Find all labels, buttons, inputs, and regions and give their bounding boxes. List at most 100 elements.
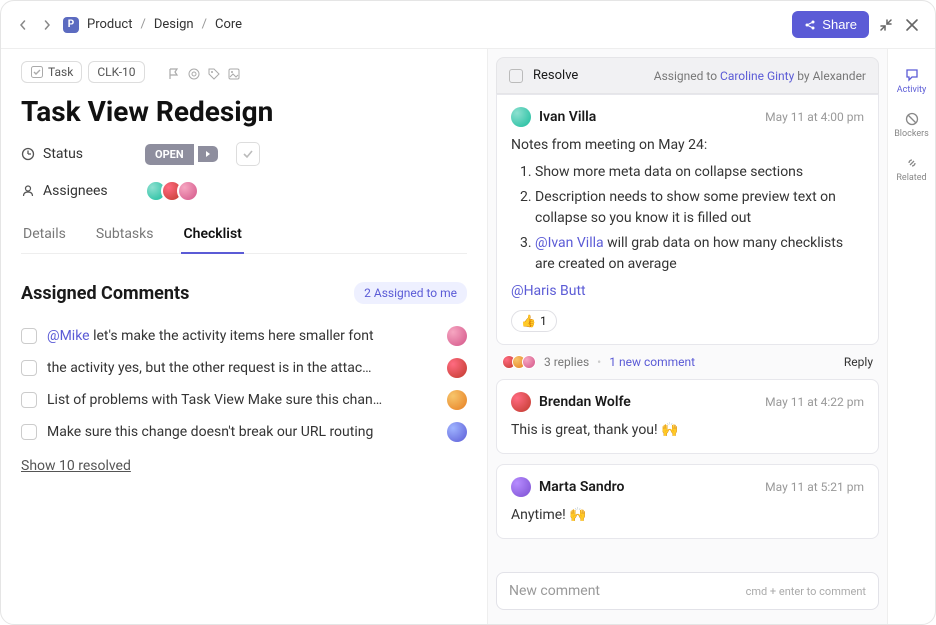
replies-count[interactable]: 3 replies [544, 355, 589, 369]
checklist-checkbox[interactable] [21, 424, 37, 440]
checklist-text: Make sure this change doesn't break our … [47, 424, 437, 440]
status-label: Status [43, 146, 83, 162]
breadcrumb-item[interactable]: Product [87, 17, 132, 32]
new-comment-input[interactable]: New comment cmd + enter to comment [496, 572, 879, 610]
resolve-label: Resolve [533, 68, 654, 83]
section-title: Assigned Comments [21, 283, 189, 304]
sidenav-label: Related [896, 173, 926, 183]
tab-checklist[interactable]: Checklist [181, 216, 243, 254]
mention[interactable]: @Ivan Villa [535, 235, 604, 251]
collapse-icon[interactable] [877, 16, 895, 34]
avatar[interactable] [447, 390, 467, 410]
checklist-item[interactable]: List of problems with Task View Make sur… [21, 384, 467, 416]
sidenav-label: Blockers [894, 129, 929, 139]
image-icon[interactable] [225, 65, 239, 79]
resolve-checkbox[interactable] [509, 69, 523, 83]
close-icon[interactable] [903, 16, 921, 34]
nav-back-button[interactable] [15, 17, 31, 33]
tab-details[interactable]: Details [21, 216, 68, 253]
new-comments-link[interactable]: 1 new comment [609, 355, 695, 369]
tag-icon[interactable] [205, 65, 219, 79]
sidenav-item-related[interactable]: Related [888, 149, 935, 189]
thread-header: Resolve Assigned to Caroline Ginty by Al… [496, 57, 879, 94]
assigned-to-text: Assigned to Caroline Ginty by Alexander [654, 69, 866, 83]
tabs: Details Subtasks Checklist [21, 216, 467, 254]
flag-icon[interactable] [165, 65, 179, 79]
complete-checkbox[interactable] [236, 142, 260, 166]
status-badge[interactable]: OPEN [145, 144, 194, 165]
breadcrumb-separator: / [140, 17, 145, 32]
task-title[interactable]: Task View Redesign [21, 95, 467, 128]
checklist-item[interactable]: the activity yes, but the other request … [21, 352, 467, 384]
reaction-count: 1 [540, 314, 547, 328]
avatar[interactable] [511, 392, 531, 412]
checklist-item[interactable]: @Mike let's make the activity items here… [21, 320, 467, 352]
sidenav-item-blockers[interactable]: Blockers [888, 105, 935, 145]
comment-time: May 11 at 5:21 pm [765, 480, 864, 494]
reply-button[interactable]: Reply [844, 355, 873, 369]
sidenav: Activity Blockers Related [887, 49, 935, 624]
status-next-button[interactable] [198, 146, 218, 162]
checklist-text: the activity yes, but the other request … [47, 360, 437, 376]
share-button[interactable]: Share [792, 11, 869, 38]
reaction-button[interactable]: 👍 1 [511, 310, 557, 332]
task-icon [30, 65, 44, 79]
sidenav-item-activity[interactable]: Activity [888, 61, 935, 101]
comment-time: May 11 at 4:00 pm [765, 110, 864, 124]
comment-body: This is great, thank you! 🙌 [511, 420, 864, 441]
avatar[interactable] [447, 422, 467, 442]
mention[interactable]: @Mike [47, 328, 90, 344]
assignees-row: Assignees [21, 180, 467, 202]
comment-author: Marta Sandro [539, 479, 757, 495]
comment-author: Brendan Wolfe [539, 394, 757, 410]
avatar[interactable] [511, 477, 531, 497]
new-comment-hint: cmd + enter to comment [746, 585, 866, 598]
tab-subtasks[interactable]: Subtasks [94, 216, 156, 253]
assignees-avatars[interactable] [145, 180, 199, 202]
sidenav-label: Activity [897, 85, 926, 95]
block-icon [904, 111, 920, 127]
checklist-checkbox[interactable] [21, 360, 37, 376]
show-resolved-link[interactable]: Show 10 resolved [21, 458, 131, 474]
assigned-count-badge[interactable]: 2 Assigned to me [354, 282, 467, 304]
comment-card: Marta Sandro May 11 at 5:21 pm Anytime! … [496, 464, 879, 539]
breadcrumb-separator: / [202, 17, 207, 32]
share-button-label: Share [822, 17, 857, 32]
comment-card: Brendan Wolfe May 11 at 4:22 pm This is … [496, 379, 879, 454]
new-comment-placeholder: New comment [509, 583, 746, 599]
checklist-checkbox[interactable] [21, 392, 37, 408]
link-icon [904, 155, 920, 171]
task-chips: Task CLK-10 [21, 61, 467, 83]
chat-icon [904, 67, 920, 83]
task-id-chip[interactable]: CLK-10 [88, 61, 144, 83]
checklist-checkbox[interactable] [21, 328, 37, 344]
avatar[interactable] [511, 107, 531, 127]
topbar: P Product / Design / Core Share [1, 1, 935, 49]
comment-body: Notes from meeting on May 24: Show more … [511, 135, 864, 302]
comment-time: May 11 at 4:22 pm [765, 395, 864, 409]
breadcrumb-item[interactable]: Design [154, 17, 194, 32]
thread-footer: 3 replies • 1 new comment Reply [496, 355, 879, 369]
comment-body: Anytime! 🙌 [511, 505, 864, 526]
avatar[interactable] [447, 358, 467, 378]
avatar[interactable] [177, 180, 199, 202]
breadcrumb-item[interactable]: Core [215, 17, 242, 32]
comment-card: Ivan Villa May 11 at 4:00 pm Notes from … [496, 94, 879, 345]
mention[interactable]: @Haris Butt [511, 283, 586, 299]
nav-forward-button[interactable] [39, 17, 55, 33]
checklist-text: @Mike let's make the activity items here… [47, 328, 437, 344]
avatar[interactable] [447, 326, 467, 346]
project-icon: P [63, 17, 79, 33]
assignees-label: Assignees [43, 183, 108, 199]
target-icon[interactable] [185, 65, 199, 79]
comment-author: Ivan Villa [539, 109, 757, 125]
reply-avatars [502, 355, 536, 369]
breadcrumb: P Product / Design / Core [63, 17, 242, 33]
task-type-chip[interactable]: Task [21, 61, 82, 83]
main-panel: Task CLK-10 Task View Redesign Status OP… [1, 49, 487, 624]
status-icon [21, 147, 35, 161]
checklist-item[interactable]: Make sure this change doesn't break our … [21, 416, 467, 448]
checklist-text: List of problems with Task View Make sur… [47, 392, 437, 408]
status-row: Status OPEN [21, 142, 467, 166]
task-type-label: Task [48, 65, 73, 79]
